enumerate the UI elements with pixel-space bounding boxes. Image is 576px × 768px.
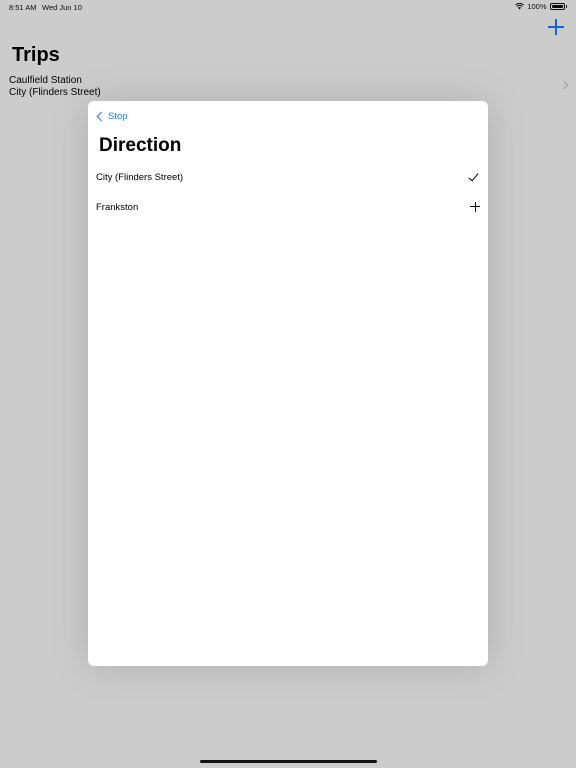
plus-icon[interactable] — [470, 201, 480, 212]
direction-list: City (Flinders Street) Frankston — [88, 163, 488, 222]
direction-label: City (Flinders Street) — [96, 172, 184, 183]
direction-row-city[interactable]: City (Flinders Street) — [88, 163, 488, 193]
screen: 8:51 AM Wed Jun 10 100% Trips Caulfield … — [0, 0, 576, 768]
chevron-left-icon — [96, 111, 107, 122]
home-indicator[interactable] — [200, 760, 377, 763]
back-button-label: Stop — [108, 111, 128, 122]
direction-label: Frankston — [96, 201, 139, 213]
direction-sheet: Stop Direction City (Flinders Street) Fr… — [88, 101, 488, 666]
back-button[interactable]: Stop — [95, 111, 128, 122]
sheet-title: Direction — [99, 135, 182, 156]
direction-row-frankston[interactable]: Frankston — [88, 193, 488, 223]
checkmark-icon — [468, 170, 479, 182]
